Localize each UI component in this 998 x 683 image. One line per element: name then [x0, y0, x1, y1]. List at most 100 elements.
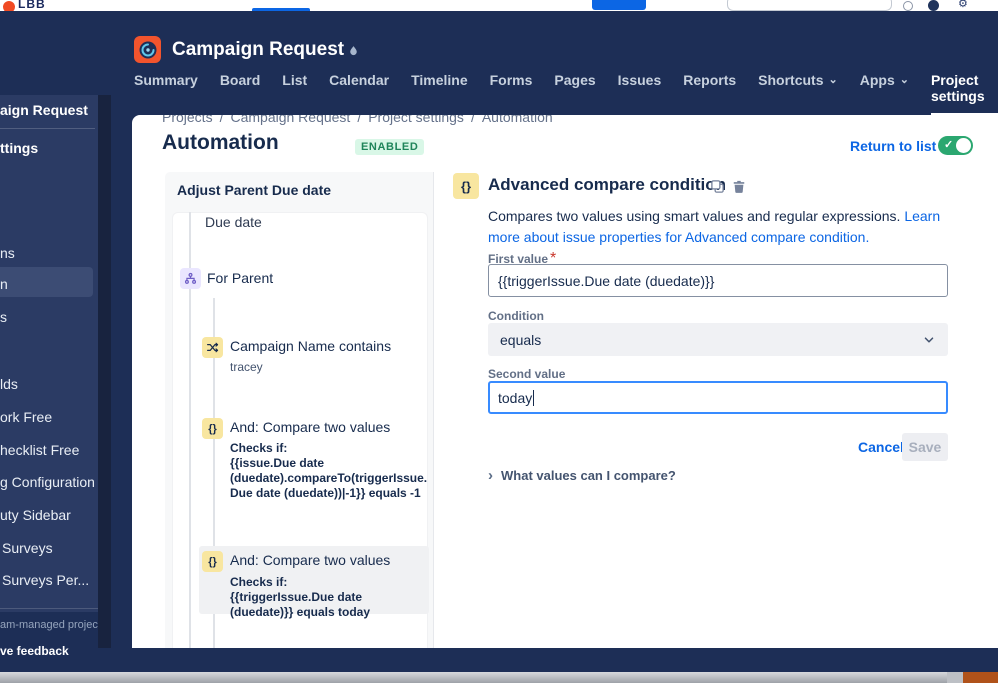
tab-issues[interactable]: Issues — [618, 72, 662, 97]
rule-name: Adjust Parent Due date — [177, 182, 332, 198]
advanced-compare-icon: {} — [453, 173, 479, 199]
compare-step-value[interactable]: {{issue.Due date (duedate).compareTo(tri… — [230, 456, 428, 502]
braces-icon: {} — [208, 555, 217, 568]
browser-logo-icon — [3, 1, 15, 11]
save-button[interactable]: Save — [902, 433, 948, 461]
browser-primary-button[interactable] — [592, 0, 646, 10]
breadcrumb-automation: Automation — [481, 115, 553, 125]
taskbar-orange-block[interactable] — [963, 672, 998, 683]
tab-pages[interactable]: Pages — [554, 72, 595, 97]
detail-panel-title: Advanced compare condition — [488, 175, 727, 194]
ink-drop-icon[interactable] — [347, 44, 360, 58]
sidebar-item[interactable]: uty Sidebar — [0, 507, 71, 523]
page-title: Automation — [162, 131, 279, 154]
branch-step-icon[interactable] — [180, 268, 201, 289]
second-value-input[interactable]: today — [488, 381, 948, 414]
second-value-label: Second value — [488, 367, 566, 381]
browser-active-tab-indicator — [252, 8, 310, 11]
sidebar-item[interactable]: g Configuration — [0, 474, 95, 490]
browser-search-input[interactable] — [727, 0, 892, 11]
sidebar-item-fields[interactable]: lds — [0, 376, 18, 392]
hierarchy-icon — [184, 272, 197, 284]
condition-step-icon[interactable] — [202, 337, 223, 358]
detail-description: Compares two values using smart values a… — [488, 206, 953, 248]
condition-step-subtitle[interactable]: tracey — [230, 360, 263, 374]
compare-help-expander[interactable]: › What values can I compare? — [488, 466, 676, 484]
condition-select[interactable]: equals — [488, 323, 948, 356]
shuffle-icon — [207, 342, 219, 353]
compare-step-value-selected[interactable]: {{triggerIssue.Due date (duedate)}} equa… — [230, 590, 428, 620]
text-caret — [533, 389, 535, 406]
braces-icon: {} — [208, 422, 217, 435]
toggle-knob — [956, 138, 971, 153]
tab-timeline[interactable]: Timeline — [411, 72, 468, 97]
return-to-list-link[interactable]: Return to list — [850, 138, 936, 154]
project-avatar-glyph — [139, 41, 156, 58]
settings-sidebar: aign Request ttings ns n s lds ork Free … — [0, 95, 98, 612]
compare-step-title[interactable]: And: Compare two values — [230, 419, 390, 435]
check-icon: ✓ — [944, 139, 954, 151]
tab-forms[interactable]: Forms — [490, 72, 533, 97]
breadcrumb-settings[interactable]: Project settings — [368, 115, 464, 125]
project-nav-tabs: Summary Board List Calendar Timeline For… — [134, 72, 998, 115]
rule-flow-panel: Adjust Parent Due date Due date For Pare… — [165, 172, 434, 648]
tab-list[interactable]: List — [282, 72, 307, 97]
sidebar-gutter[interactable] — [98, 95, 111, 648]
checks-if-label: Checks if: — [230, 575, 288, 589]
tab-board[interactable]: Board — [220, 72, 260, 97]
tab-reports[interactable]: Reports — [683, 72, 736, 97]
condition-label: Condition — [488, 309, 544, 323]
tab-project-settings[interactable]: Project settings — [930, 72, 998, 115]
sidebar-active-item-highlight — [0, 267, 93, 297]
tab-calendar[interactable]: Calendar — [329, 72, 389, 97]
sidebar-item[interactable]: Surveys — [2, 540, 53, 556]
breadcrumb-project[interactable]: Campaign Request — [230, 115, 350, 125]
gear-icon[interactable]: ⚙ — [958, 0, 968, 10]
compare-step-icon-selected[interactable]: {} — [202, 551, 223, 572]
branch-step-title[interactable]: For Parent — [207, 270, 273, 286]
sidebar-item[interactable]: ork Free — [0, 409, 52, 425]
checks-if-label: Checks if: — [230, 441, 288, 455]
tab-summary[interactable]: Summary — [134, 72, 198, 97]
give-feedback-link[interactable]: ve feedback — [0, 644, 69, 658]
avatar[interactable] — [928, 0, 939, 11]
chevron-down-icon — [922, 333, 936, 347]
project-avatar — [134, 36, 161, 63]
tab-shortcuts[interactable]: Shortcuts ⌄ — [758, 72, 838, 97]
sidebar-item[interactable]: ns — [0, 245, 15, 261]
chevron-down-icon: ⌄ — [828, 74, 838, 86]
project-title: Campaign Request — [172, 39, 345, 60]
breadcrumb: Projects / Campaign Request / Project settin… — [162, 115, 553, 125]
sidebar-item[interactable]: Surveys Per... — [2, 572, 89, 588]
tab-apps[interactable]: Apps ⌄ — [860, 72, 909, 97]
chevron-right-icon: › — [488, 466, 493, 484]
compare-step-icon[interactable]: {} — [202, 418, 223, 439]
condition-step-title[interactable]: Campaign Name contains — [230, 338, 391, 354]
delete-icon[interactable] — [732, 179, 746, 199]
sidebar-item[interactable]: hecklist Free — [0, 442, 79, 458]
taskbar-strip — [0, 672, 998, 683]
content-card: Projects / Campaign Request / Project settin… — [132, 115, 998, 648]
sidebar-divider — [0, 128, 95, 129]
sidebar-item-automation[interactable]: n — [0, 276, 8, 292]
first-value-input[interactable]: {{triggerIssue.Due date (duedate)}} — [488, 264, 948, 297]
browser-bar: LBB ⚙ — [0, 0, 998, 11]
compare-step-title-selected[interactable]: And: Compare two values — [230, 552, 390, 568]
breadcrumb-separator: / — [219, 115, 224, 125]
duplicate-icon[interactable] — [710, 179, 725, 199]
sidebar-item-project-name[interactable]: aign Request — [0, 102, 88, 118]
breadcrumb-projects[interactable]: Projects — [162, 115, 213, 125]
sidebar-footer-note: am-managed project — [0, 619, 101, 631]
chevron-down-icon: ⌄ — [899, 74, 909, 86]
screen: LBB ⚙ Campaign Request Summary Board Lis… — [0, 0, 998, 683]
trigger-step-subtitle[interactable]: Due date — [205, 214, 262, 230]
sidebar-footer-divider — [0, 608, 98, 609]
help-icon[interactable] — [903, 1, 913, 11]
browser-logo-text: LBB — [18, 0, 46, 11]
rule-enabled-toggle[interactable]: ✓ — [938, 136, 973, 155]
sidebar-item-settings-header[interactable]: ttings — [0, 140, 38, 156]
description-text: Compares two values using smart values a… — [488, 208, 905, 224]
sidebar-item[interactable]: s — [0, 309, 7, 325]
breadcrumb-separator: / — [470, 115, 475, 125]
taskbar-segment — [947, 672, 963, 683]
